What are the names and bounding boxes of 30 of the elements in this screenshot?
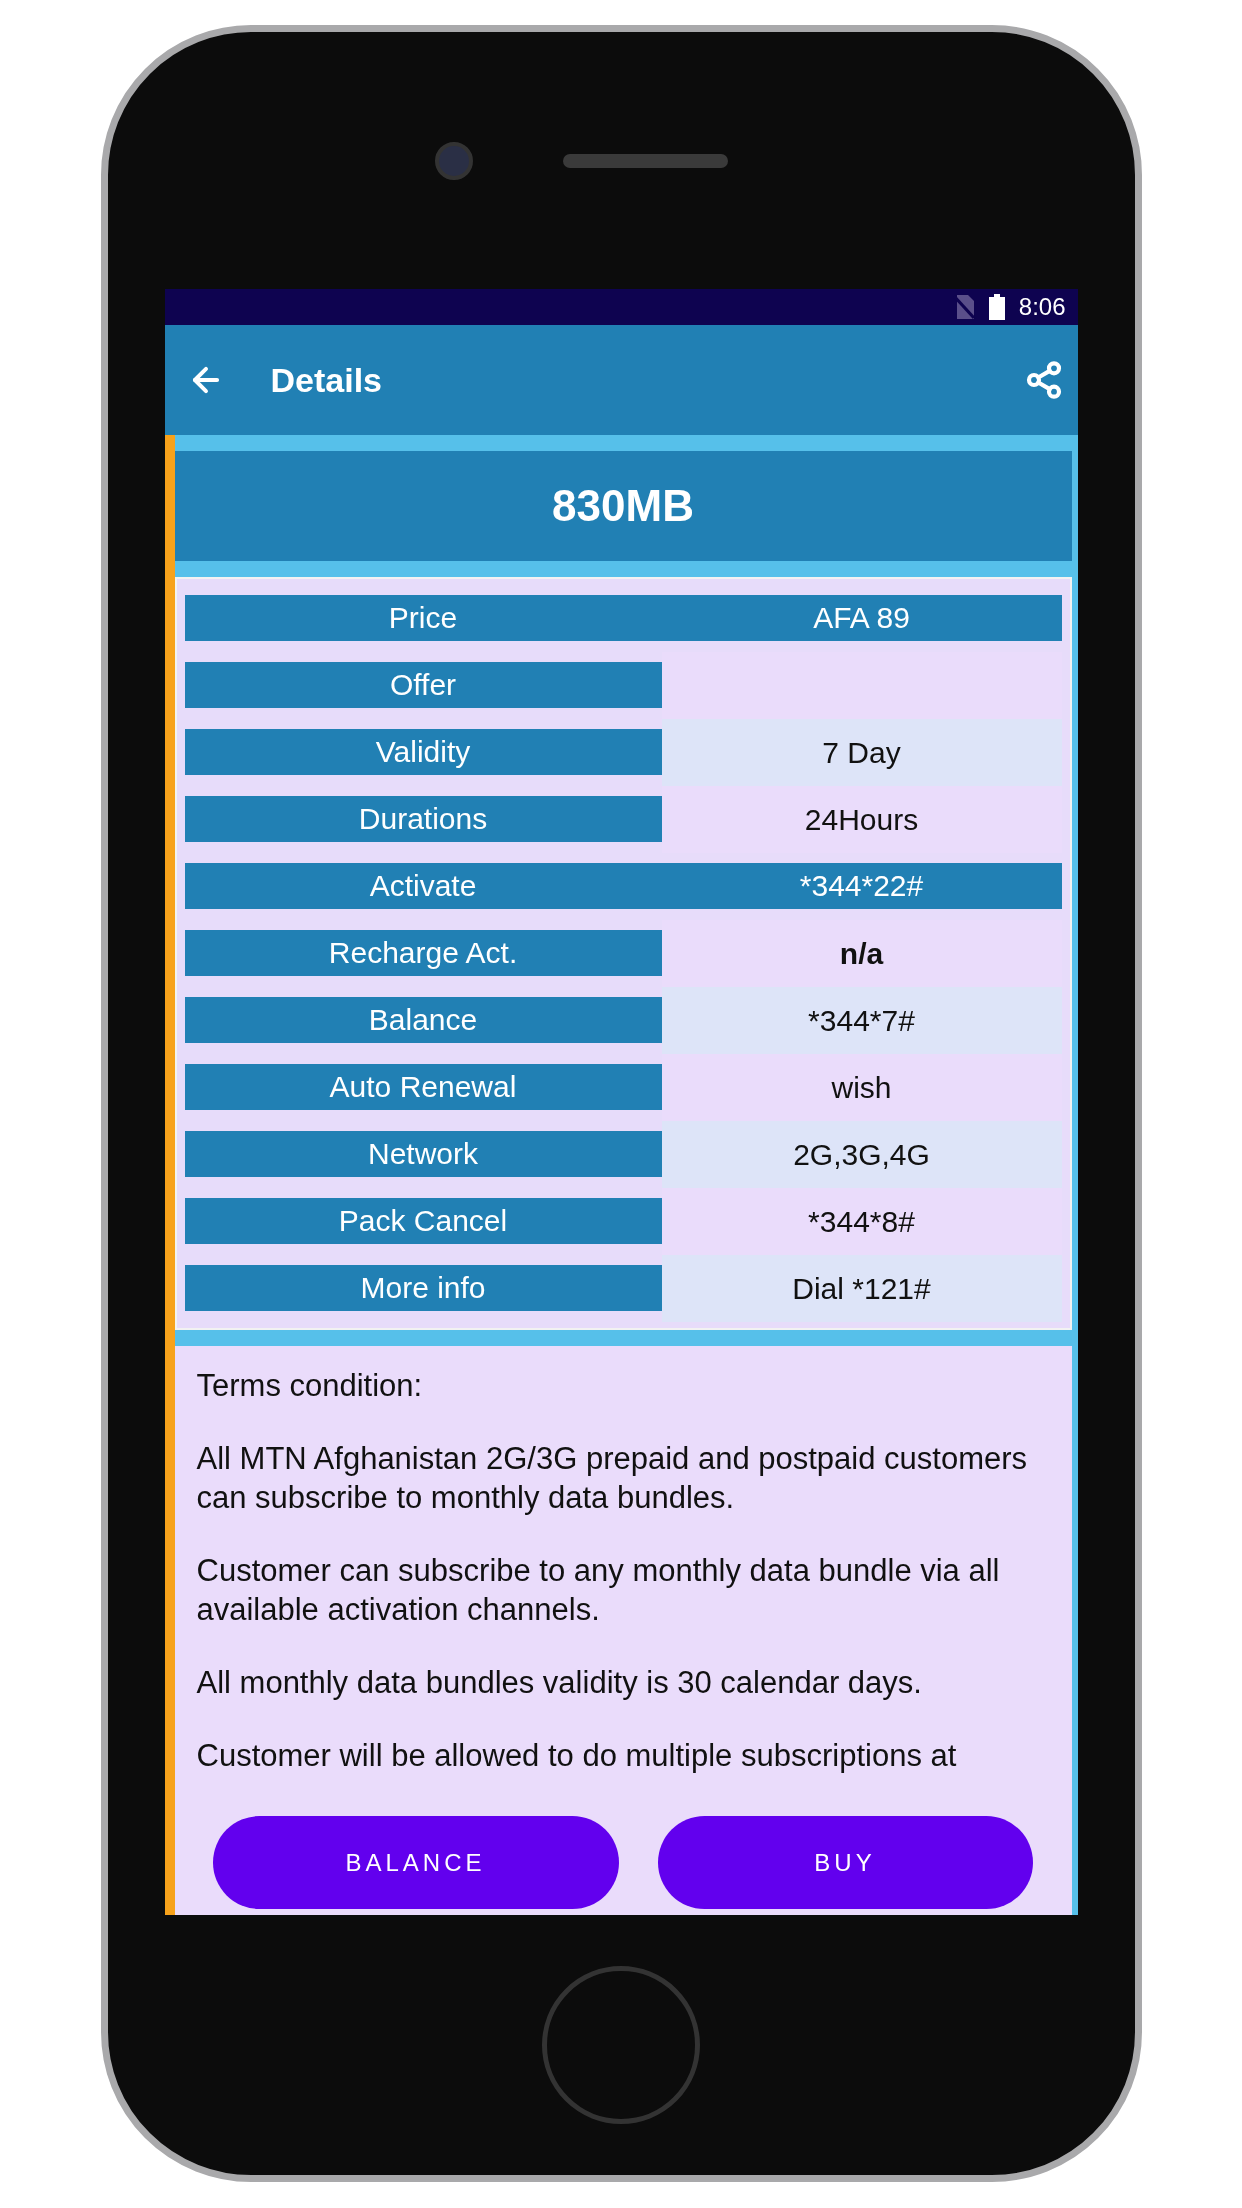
row-value: AFA 89 — [661, 595, 1062, 641]
status-time: 8:06 — [1018, 293, 1066, 321]
row-value: 2G,3G,4G — [661, 1121, 1062, 1188]
terms-paragraph: Customer will be allowed to do multiple subscriptions at — [196, 1737, 958, 1775]
row-label: Balance — [184, 997, 662, 1043]
row-label: More info — [184, 1265, 662, 1311]
row-label: Price — [184, 595, 662, 641]
row-label: Pack Cancel — [184, 1198, 662, 1244]
terms-paragraph: Customer can subscribe to any monthly data bundle via all available activation channels. — [196, 1552, 1001, 1629]
row-value: *344*7# — [661, 987, 1062, 1054]
terms-paragraph: Terms condition: — [196, 1367, 424, 1405]
screen-title: Details — [270, 360, 383, 400]
buy-button[interactable]: BUY — [657, 1816, 1033, 1909]
terms-paragraph: All monthly data bundles validity is 30 calendar days. — [196, 1664, 923, 1702]
row-value: 7 Day — [661, 719, 1062, 786]
pack-title: 830MB — [552, 481, 694, 531]
row-value: Dial *121# — [661, 1255, 1062, 1322]
row-label: Recharge Act. — [184, 930, 662, 976]
row-label: Durations — [184, 796, 662, 842]
speaker-icon — [562, 153, 728, 168]
camera-icon — [434, 141, 473, 180]
row-label: Activate — [184, 863, 662, 909]
row-label: Validity — [184, 729, 662, 775]
row-label: Network — [184, 1131, 662, 1177]
battery-icon — [988, 294, 1005, 320]
balance-button[interactable]: BALANCE — [212, 1816, 619, 1909]
row-label: Auto Renewal — [184, 1064, 662, 1110]
row-value: *344*22# — [661, 863, 1062, 909]
row-label: Offer — [184, 662, 662, 708]
terms-paragraph: All MTN Afghanistan 2G/3G prepaid and postpaid customers can subscribe to monthly data bundles. — [196, 1440, 1029, 1517]
